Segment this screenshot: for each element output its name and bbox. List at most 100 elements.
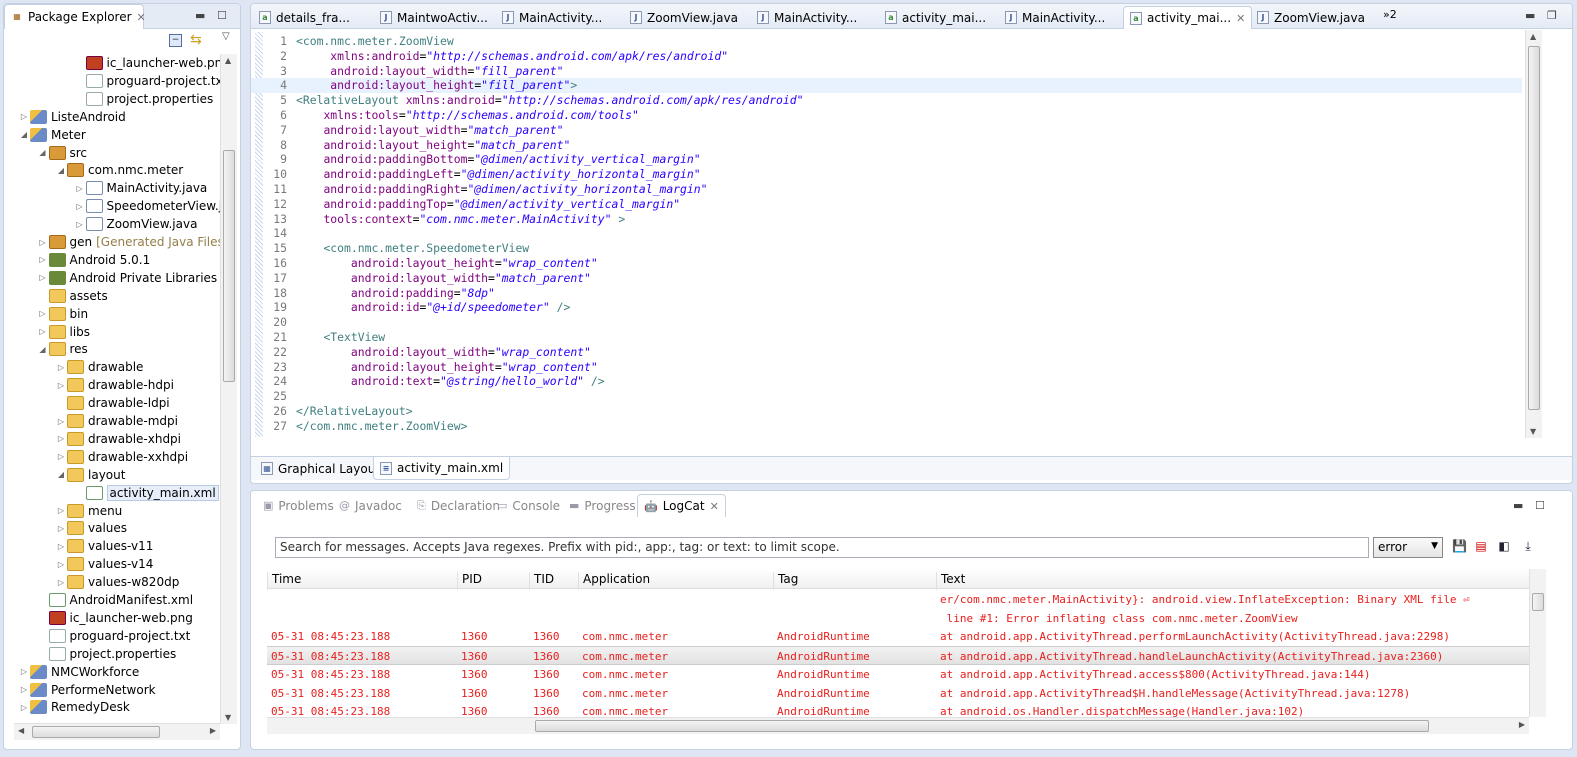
console-tab[interactable]: @ Javadoc — [333, 494, 408, 517]
tree-item[interactable]: ▷ drawable-xhdpi — [55, 430, 181, 448]
log-row[interactable]: 05-31 08:45:23.188 1360 1360 com.nmc.meter A… — [267, 665, 1529, 684]
tree-item[interactable]: ◢ res — [37, 340, 88, 358]
tree-item[interactable]: ▷ values — [55, 519, 127, 537]
minimize-icon[interactable]: ▬ — [195, 9, 205, 22]
tree-item[interactable]: ic_launcher-web.png — [37, 609, 193, 627]
tree-item[interactable]: ▷ drawable-hdpi — [55, 376, 174, 394]
scrollbar-thumb[interactable] — [32, 726, 160, 738]
clear-log-icon[interactable]: ▤ — [1474, 539, 1488, 553]
collapsed-arrow-icon[interactable]: ▷ — [74, 184, 86, 193]
log-row[interactable]: 05-31 08:45:23.188 1360 1360 com.nmc.meter A… — [267, 627, 1529, 646]
column-header[interactable]: TID — [529, 572, 554, 590]
log-row[interactable]: line #1: Error inflating class com.nmc.m… — [267, 609, 1529, 628]
column-header[interactable]: Time — [267, 572, 301, 590]
console-tab[interactable]: ▭ Console — [491, 494, 566, 517]
scrollbar-thumb[interactable] — [535, 720, 1429, 732]
code-editor[interactable]: 1 <com.nmc.meter.ZoomView 2 xmlns:android=… — [251, 34, 1522, 434]
editor-vertical-scrollbar[interactable]: ▲ ▼ — [1525, 30, 1542, 438]
scrollbar-thumb[interactable] — [1528, 46, 1540, 410]
close-icon[interactable]: ✕ — [1236, 12, 1245, 25]
expanded-arrow-icon[interactable]: ◢ — [55, 470, 67, 479]
save-icon[interactable]: 💾 — [1452, 539, 1467, 553]
scroll-up-icon[interactable]: ▲ — [1530, 32, 1536, 41]
collapsed-arrow-icon[interactable]: ▷ — [37, 309, 49, 318]
console-tab[interactable]: 🤖 LogCat ✕ — [637, 494, 726, 517]
editor-tab[interactable]: a activity_mai... — [879, 6, 992, 29]
tree-item[interactable]: ▷ Android Private Libraries — [37, 269, 217, 287]
scroll-left-icon[interactable]: ◀ — [18, 726, 24, 735]
log-level-select[interactable]: error ▼ — [1373, 537, 1443, 558]
tree-vertical-scrollbar[interactable]: ▲ ▼ — [220, 54, 237, 724]
collapsed-arrow-icon[interactable]: ▷ — [55, 434, 67, 443]
editor-bottom-tab[interactable]: ≡ activity_main.xml — [373, 457, 511, 480]
editor-tab[interactable]: J ZoomView.java — [1251, 6, 1371, 29]
scroll-down-icon[interactable]: ▼ — [225, 713, 231, 722]
editor-tab[interactable]: J MainActivity... — [496, 6, 608, 29]
editor-tab[interactable]: J MainActivity... — [751, 6, 863, 29]
scroll-right-icon[interactable]: ▶ — [210, 726, 216, 735]
tree-item[interactable]: ic_launcher-web.png — [74, 54, 221, 72]
collapsed-arrow-icon[interactable]: ▷ — [74, 220, 86, 229]
expanded-arrow-icon[interactable]: ◢ — [37, 345, 49, 354]
log-row[interactable]: er/com.nmc.meter.MainActivity}: android.… — [267, 590, 1529, 609]
collapsed-arrow-icon[interactable]: ▷ — [37, 273, 49, 282]
collapsed-arrow-icon[interactable]: ▷ — [55, 363, 67, 372]
close-icon[interactable]: ✕ — [137, 11, 146, 24]
collapsed-arrow-icon[interactable]: ▷ — [18, 667, 30, 676]
link-with-editor-icon[interactable]: ⇆ — [190, 32, 202, 48]
collapsed-arrow-icon[interactable]: ▷ — [37, 238, 49, 247]
tree-item[interactable]: ▷ RemedyDesk — [18, 698, 130, 714]
collapsed-arrow-icon[interactable]: ▷ — [55, 417, 67, 426]
collapsed-arrow-icon[interactable]: ▷ — [74, 202, 86, 211]
logcat-search-input[interactable]: Search for messages. Accepts Java regexe… — [275, 537, 1369, 558]
tree-item[interactable]: ▷ SpeedometerView.java — [74, 197, 221, 215]
tree-item[interactable]: ◢ Meter — [18, 126, 86, 144]
maximize-icon[interactable]: ☐ — [217, 9, 227, 22]
collapsed-arrow-icon[interactable]: ▷ — [55, 452, 67, 461]
column-header[interactable]: Text — [936, 572, 965, 590]
editor-bottom-tab[interactable]: ▦ Graphical Layout — [255, 457, 386, 480]
column-header[interactable]: Application — [578, 572, 650, 590]
scrollbar-thumb[interactable] — [1532, 593, 1544, 611]
tree-item[interactable]: AndroidManifest.xml — [37, 591, 193, 609]
expanded-arrow-icon[interactable]: ◢ — [37, 148, 49, 157]
tree-item[interactable]: ▷ drawable-mdpi — [55, 412, 178, 430]
tree-item[interactable]: proguard-project.txt — [37, 627, 190, 645]
collapse-all-icon[interactable]: − — [169, 34, 182, 47]
minimize-icon[interactable]: ▬ — [1525, 9, 1535, 22]
column-header[interactable]: PID — [457, 572, 482, 590]
tab-overflow[interactable]: »2 — [1383, 8, 1397, 21]
tree-item[interactable]: assets — [37, 287, 108, 305]
tree-item[interactable]: project.properties — [74, 90, 213, 108]
tree-item[interactable]: ◢ src — [37, 144, 87, 162]
collapsed-arrow-icon[interactable]: ▷ — [37, 255, 49, 264]
editor-tab[interactable]: J MaintwoActiv... — [374, 6, 494, 29]
tree-item[interactable]: ◢ com.nmc.meter — [55, 161, 183, 179]
tree-item[interactable]: proguard-project.txt — [74, 72, 221, 90]
view-menu-icon[interactable]: ▽ — [222, 31, 230, 42]
tree-item[interactable]: ▷ MainActivity.java — [74, 179, 207, 197]
collapsed-arrow-icon[interactable]: ▷ — [55, 506, 67, 515]
tree-item[interactable]: ▷ gen [Generated Java Files] — [37, 233, 221, 251]
scroll-right-icon[interactable]: ▶ — [1519, 720, 1525, 729]
console-tab[interactable]: ▬ Progress — [563, 494, 642, 517]
tree-item[interactable]: ▷ NMCWorkforce — [18, 663, 139, 681]
tree-item[interactable]: ▷ ListeAndroid — [18, 108, 126, 126]
editor-tab[interactable]: J MainActivity... — [999, 6, 1111, 29]
collapsed-arrow-icon[interactable]: ▷ — [18, 703, 30, 712]
tree-item[interactable]: ◢ layout — [55, 466, 125, 484]
tree-item[interactable]: ▷ bin — [37, 305, 88, 323]
tree-item[interactable]: ▷ PerformeNetwork — [18, 681, 156, 699]
collapsed-arrow-icon[interactable]: ▷ — [55, 524, 67, 533]
collapsed-arrow-icon[interactable]: ▷ — [37, 327, 49, 336]
tab-package-explorer[interactable]: ▦ Package Explorer ✕ — [4, 4, 146, 29]
scroll-up-icon[interactable]: ▲ — [225, 56, 231, 65]
logcat-vertical-scrollbar[interactable] — [1529, 569, 1546, 717]
scroll-down-icon[interactable]: ▼ — [1530, 427, 1536, 436]
close-icon[interactable]: ✕ — [710, 500, 719, 513]
maximize-icon[interactable]: ☐ — [1535, 499, 1545, 512]
editor-tab[interactable]: a activity_mai... ✕ — [1123, 6, 1253, 29]
collapsed-arrow-icon[interactable]: ▷ — [55, 578, 67, 587]
editor-tab[interactable]: a details_fra... — [253, 6, 356, 29]
collapsed-arrow-icon[interactable]: ▷ — [55, 381, 67, 390]
